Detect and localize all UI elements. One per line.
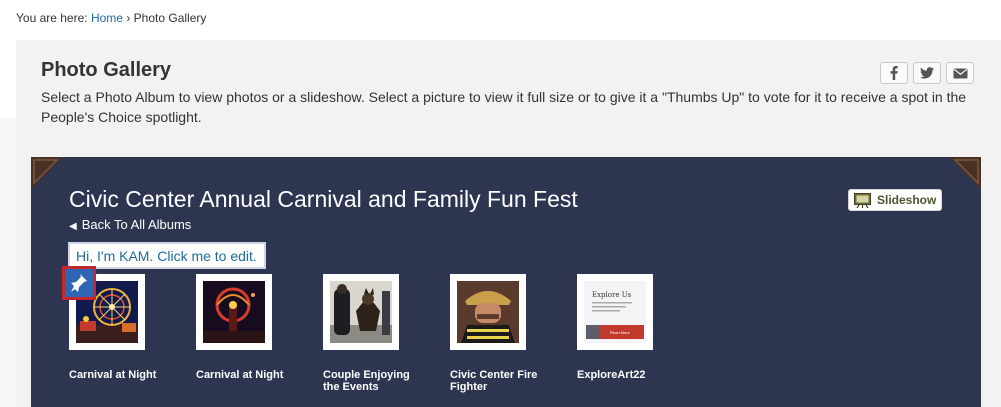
photo-caption: Civic Center Fire Fighter xyxy=(450,369,537,393)
back-to-albums-label: Back To All Albums xyxy=(81,217,192,232)
photo-thumbnail[interactable] xyxy=(196,274,272,350)
breadcrumb-current: Photo Gallery xyxy=(133,11,207,25)
photo-caption-line: Carnival at Night xyxy=(69,369,157,381)
fire-fighter-photo xyxy=(457,281,519,343)
explore-us-flyer-image: Explore Us Read More xyxy=(584,281,646,343)
photo-caption-line: Civic Center Fire xyxy=(450,369,538,381)
photo-caption-line: Carnival at Night xyxy=(196,369,284,381)
thumbs-up-pin-marker[interactable] xyxy=(62,266,96,300)
twitter-icon xyxy=(920,67,934,79)
page-title: Photo Gallery xyxy=(41,59,172,81)
back-arrow-icon: ◀ xyxy=(69,221,77,232)
couple-with-dog-photo xyxy=(330,281,392,343)
photo-thumbnail[interactable] xyxy=(450,274,526,350)
photo-caption: ExploreArt22 xyxy=(577,369,645,381)
facebook-icon xyxy=(890,66,898,80)
photo-caption-line: the Events xyxy=(323,381,379,393)
share-email-button[interactable] xyxy=(946,62,974,84)
breadcrumb-prefix: You are here: xyxy=(16,11,88,25)
slideshow-button[interactable]: Slideshow xyxy=(848,189,942,211)
corner-ornament-left xyxy=(31,157,63,189)
breadcrumb: You are here: Home › Photo Gallery xyxy=(16,11,206,25)
photo-caption-line: Couple Enjoying xyxy=(323,369,410,381)
thumb-button-text: Read More xyxy=(610,330,631,335)
share-twitter-button[interactable] xyxy=(913,62,941,84)
photo-thumbnail[interactable] xyxy=(323,274,399,350)
kam-edit-prompt[interactable]: Hi, I'm KAM. Click me to edit. xyxy=(68,242,266,269)
photo-thumbnail[interactable]: Explore Us Read More xyxy=(577,274,653,350)
photo-caption: Carnival at Night xyxy=(69,369,156,381)
album-title: Civic Center Annual Carnival and Family … xyxy=(69,186,578,212)
page-intro: Select a Photo Album to view photos or a… xyxy=(41,89,967,125)
photo-caption: Carnival at Night xyxy=(196,369,283,381)
album-panel: Civic Center Annual Carnival and Family … xyxy=(31,157,981,407)
photo-caption: Couple Enjoying the Events xyxy=(323,369,410,393)
slideshow-icon xyxy=(854,192,871,208)
slideshow-label: Slideshow xyxy=(877,193,937,207)
carnival-night-ride-photo xyxy=(203,281,265,343)
email-icon xyxy=(953,68,967,78)
photo-caption-line: ExploreArt22 xyxy=(577,369,646,381)
photo-caption-line: Fighter xyxy=(450,381,488,393)
back-to-albums-link[interactable]: ◀ Back To All Albums xyxy=(69,217,191,232)
pin-icon xyxy=(71,274,87,292)
breadcrumb-home-link[interactable]: Home xyxy=(91,11,123,25)
thumb-heading-text: Explore Us xyxy=(592,291,632,299)
share-facebook-button[interactable] xyxy=(880,62,908,84)
corner-ornament-right xyxy=(949,157,981,189)
breadcrumb-separator: › xyxy=(126,11,131,25)
